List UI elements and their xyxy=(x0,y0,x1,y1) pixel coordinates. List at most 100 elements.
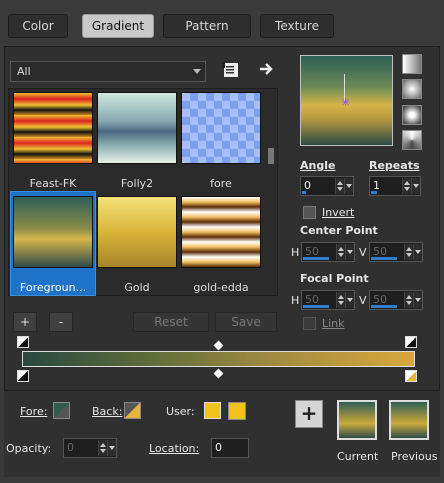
linear-style-icon[interactable] xyxy=(402,54,422,74)
repeats-field[interactable]: 1 xyxy=(369,176,421,196)
center-v-stepper[interactable] xyxy=(404,244,413,260)
gradient-swatch-gold[interactable] xyxy=(97,196,177,268)
gradient-swatch-feast-fk[interactable] xyxy=(13,92,93,164)
remove-gradient-button[interactable]: - xyxy=(49,312,73,332)
chevron-down-icon xyxy=(404,187,410,191)
category-value: All xyxy=(17,65,31,78)
link-checkbox[interactable] xyxy=(303,317,316,330)
color-stop-end[interactable] xyxy=(405,370,417,382)
location-field[interactable]: 0 xyxy=(211,438,249,458)
gradient-label-foreground: Foregroun... xyxy=(19,281,87,294)
opacity-stop-start[interactable] xyxy=(17,336,29,348)
chevron-down-icon xyxy=(109,446,115,450)
current-gradient-swatch[interactable] xyxy=(337,400,377,440)
center-v-label: V xyxy=(359,246,367,259)
center-marker-icon[interactable]: ✳ xyxy=(341,97,350,108)
chevron-down-icon xyxy=(415,298,421,302)
tab-color[interactable]: Color xyxy=(8,14,68,38)
opacity-label: Opacity: xyxy=(6,442,52,455)
chevron-down-icon xyxy=(338,301,344,305)
invert-checkbox[interactable] xyxy=(303,206,316,219)
chevron-down-icon xyxy=(338,253,344,257)
scrollbar-thumb[interactable] xyxy=(268,148,274,164)
radial-style-icon[interactable] xyxy=(402,105,422,125)
chevron-up-icon xyxy=(406,247,412,251)
focal-h-field[interactable]: 50 xyxy=(301,290,355,310)
focal-v-label: V xyxy=(359,294,367,307)
repeats-label: Repeats xyxy=(369,159,420,172)
invert-label: Invert xyxy=(322,206,355,219)
user-color-picker[interactable] xyxy=(228,402,246,420)
center-h-field[interactable]: 50 xyxy=(301,242,355,262)
focal-v-stepper[interactable] xyxy=(404,292,413,308)
tab-texture[interactable]: Texture xyxy=(260,14,334,38)
back-stop-swatch[interactable] xyxy=(124,402,141,419)
focal-point-label: Focal Point xyxy=(300,272,369,285)
focal-h-fill xyxy=(303,305,329,308)
tab-pattern[interactable]: Pattern xyxy=(163,14,251,38)
back-label: Back: xyxy=(92,405,123,418)
gradient-swatch-foreground[interactable] xyxy=(13,196,93,268)
repeats-stepper[interactable] xyxy=(402,178,411,194)
tab-gradient[interactable]: Gradient xyxy=(82,14,154,38)
chevron-down-icon xyxy=(347,298,353,302)
gradient-list-scrollbar[interactable] xyxy=(266,90,276,294)
angle-label: Angle xyxy=(300,159,336,172)
chevron-down-icon xyxy=(337,187,343,191)
center-h-stepper[interactable] xyxy=(336,244,345,260)
chevron-up-icon xyxy=(406,295,412,299)
angle-stepper[interactable] xyxy=(335,178,344,194)
sunburst-style-icon[interactable] xyxy=(402,130,422,150)
previous-gradient-swatch[interactable] xyxy=(389,400,429,440)
arrow-right-icon[interactable] xyxy=(258,61,274,77)
focal-v-field[interactable]: 50 xyxy=(369,290,423,310)
gradient-swatch-folly2[interactable] xyxy=(97,92,177,164)
focal-h-stepper[interactable] xyxy=(336,292,345,308)
chevron-down-icon xyxy=(415,250,421,254)
rectangular-style-icon[interactable] xyxy=(402,79,422,99)
gradient-label-fore: fore xyxy=(210,177,232,190)
focal-h-label: H xyxy=(291,294,300,307)
opacity-stepper[interactable] xyxy=(98,440,107,456)
gradient-label-folly2: Folly2 xyxy=(120,177,154,190)
focal-v-dropdown[interactable] xyxy=(413,292,422,308)
user-stop-swatch[interactable] xyxy=(204,402,221,419)
gradient-label-gold-edda: gold-edda xyxy=(193,281,249,294)
gradient-label-gold: Gold xyxy=(124,281,150,294)
current-label: Current xyxy=(337,450,379,463)
gradient-swatch-gold-edda[interactable] xyxy=(181,196,261,268)
gradient-bar[interactable] xyxy=(22,351,415,367)
opacity-dropdown[interactable] xyxy=(107,440,116,456)
save-button[interactable]: Save xyxy=(215,312,277,332)
center-h-dropdown[interactable] xyxy=(345,244,354,260)
reset-button[interactable]: Reset xyxy=(133,312,209,332)
focal-h-dropdown[interactable] xyxy=(345,292,354,308)
center-v-fill xyxy=(371,257,397,260)
repeats-fill xyxy=(371,191,377,194)
center-v-field[interactable]: 50 xyxy=(369,242,423,262)
opacity-field[interactable]: 0 xyxy=(63,438,117,458)
gradient-swatch-fore[interactable] xyxy=(181,92,261,164)
location-label: Location: xyxy=(149,442,200,455)
color-stop-start[interactable] xyxy=(17,370,29,382)
center-h-fill xyxy=(303,257,329,260)
chevron-up-icon xyxy=(404,181,410,185)
chevron-up-icon xyxy=(337,181,343,185)
chevron-up-icon xyxy=(338,247,344,251)
add-to-swatches-button[interactable]: + xyxy=(295,400,323,428)
chevron-up-icon xyxy=(100,443,106,447)
gradient-preview[interactable]: ✳ xyxy=(300,55,393,146)
center-h-label: H xyxy=(291,246,300,259)
repeats-dropdown[interactable] xyxy=(411,178,420,194)
angle-field[interactable]: 0 xyxy=(300,176,354,196)
angle-dropdown[interactable] xyxy=(344,178,353,194)
focal-v-fill xyxy=(371,305,397,308)
center-v-dropdown[interactable] xyxy=(413,244,422,260)
gradient-editor-icon[interactable] xyxy=(222,61,240,79)
opacity-stop-end[interactable] xyxy=(405,336,417,348)
fore-stop-swatch[interactable] xyxy=(53,402,70,419)
add-gradient-button[interactable]: + xyxy=(13,312,37,332)
category-dropdown[interactable]: All xyxy=(10,61,206,82)
previous-label: Previous xyxy=(391,450,438,463)
chevron-down-icon xyxy=(193,69,201,74)
